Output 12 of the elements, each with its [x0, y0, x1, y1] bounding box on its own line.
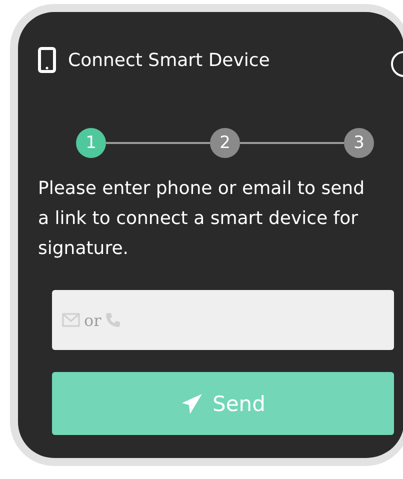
field-hint: or — [84, 310, 102, 330]
paper-plane-icon — [180, 392, 203, 414]
step-indicator: 3 — [344, 128, 374, 158]
step-indicator: 1 — [76, 128, 106, 158]
send-button[interactable]: Send — [52, 372, 394, 435]
dialog-title: Connect Smart Device — [68, 50, 271, 70]
step-indicator: 2 — [210, 128, 240, 158]
instruction-text: Please enter phone or email to send a link to connect a smart device for signature. — [38, 177, 366, 261]
contact-input-field[interactable]: or — [52, 290, 394, 350]
smartphone-icon — [38, 47, 56, 73]
envelope-icon — [62, 313, 80, 327]
phone-icon — [105, 312, 122, 328]
